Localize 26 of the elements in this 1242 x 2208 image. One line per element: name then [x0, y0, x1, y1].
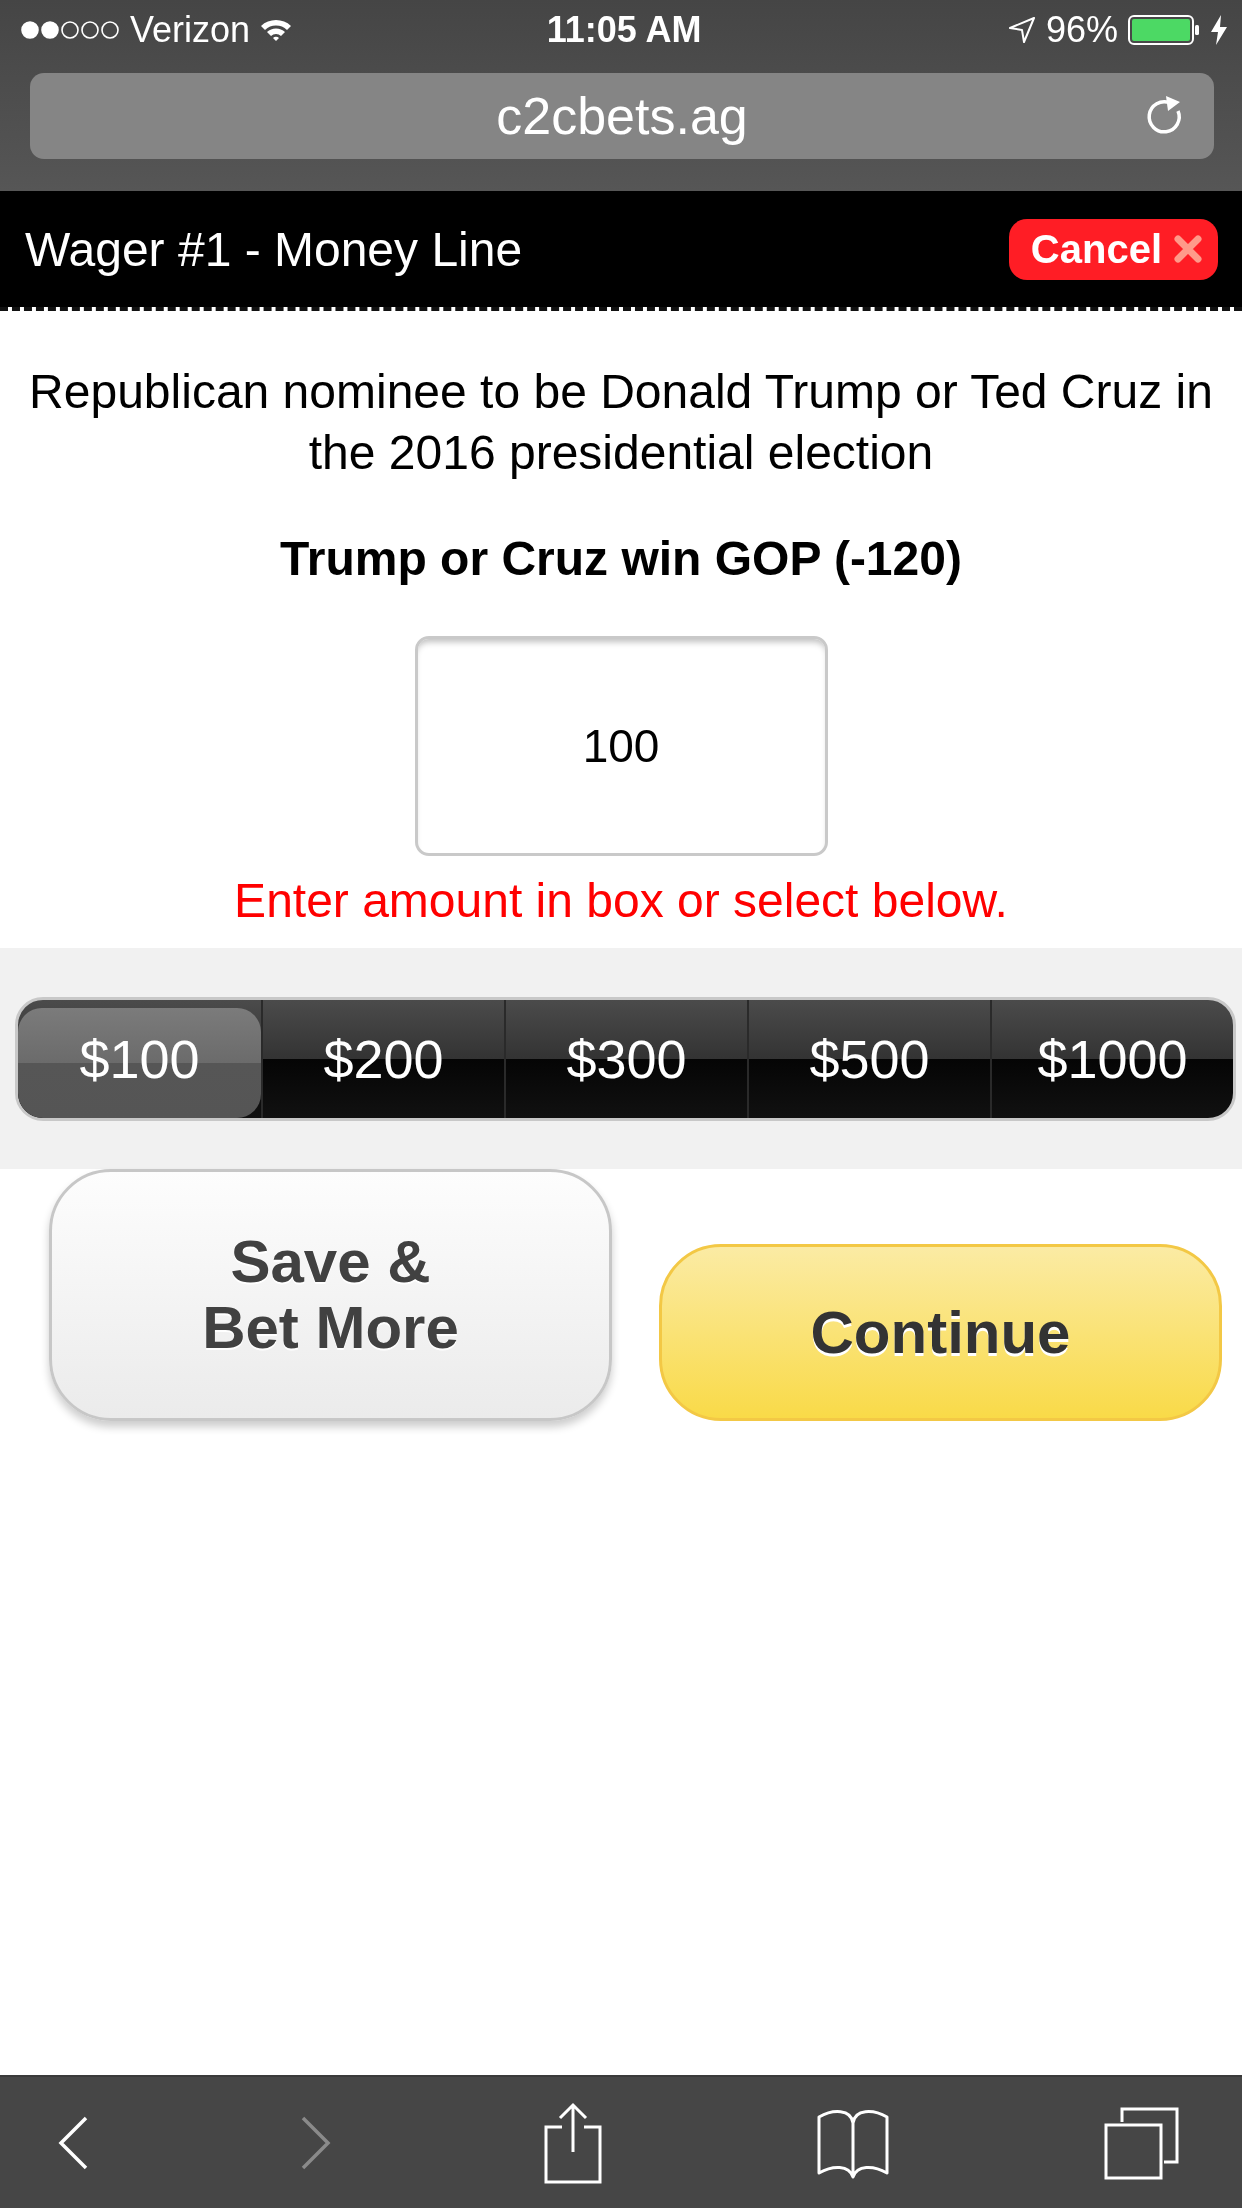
amount-field[interactable]: 100 [414, 636, 828, 856]
tabs-icon[interactable] [1104, 2105, 1180, 2180]
amount-option[interactable]: $1000 [990, 999, 1233, 1118]
address-field[interactable]: c2cbets.ag [30, 73, 1214, 159]
save-button[interactable]: Save & Bet More [49, 1169, 612, 1421]
bet-selection: Trump or Cruz win GOP (-120) [280, 531, 962, 587]
back-icon[interactable] [58, 2115, 88, 2170]
location-arrow-icon [1007, 16, 1036, 44]
battery-percentage: 96% [1045, 9, 1118, 51]
amount-option[interactable]: $500 [747, 999, 990, 1118]
charging-bolt-icon [1210, 15, 1228, 45]
continue-button[interactable]: Continue [659, 1244, 1222, 1421]
battery-icon [1128, 15, 1200, 45]
amount-option[interactable]: $100 [18, 1007, 261, 1118]
close-icon [1174, 235, 1202, 263]
amount-option[interactable]: $200 [261, 999, 504, 1118]
wager-description: Republican nominee to be Donald Trump or Ted Cruz in the 2016 presidential election [28, 364, 1214, 481]
wifi-icon [260, 18, 293, 42]
carrier-name: Verizon [130, 9, 251, 51]
hint-message: Enter amount in box or select below. [234, 873, 1008, 929]
clock-time: 11:05 AM [546, 9, 702, 51]
amount-option[interactable]: $300 [504, 999, 747, 1118]
share-icon[interactable] [544, 2101, 602, 2184]
signal-strength-icon [20, 20, 120, 40]
page-title: Wager #1 - Money Line [25, 221, 523, 277]
cancel-button[interactable]: Cancel [1008, 218, 1218, 280]
